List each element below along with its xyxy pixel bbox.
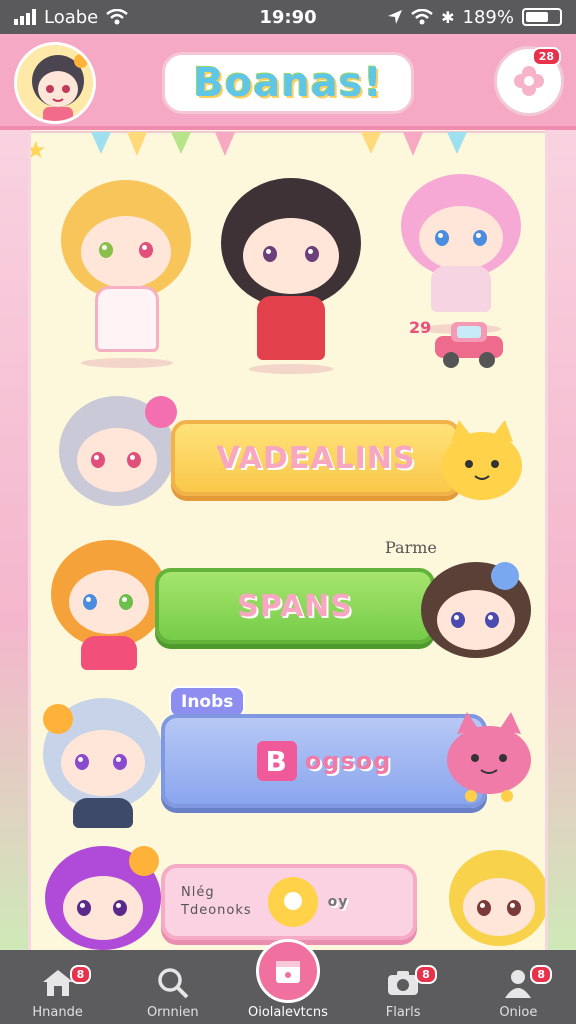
notification-badge: 28 [531, 47, 561, 66]
flower-icon [514, 66, 544, 96]
nav-home[interactable]: 8 Hnande [8, 963, 108, 1020]
card-line2: Tdeonoks [181, 903, 252, 918]
spans-button[interactable]: SPANS [155, 568, 435, 644]
main-panel: ★ ✦ ★ 29 [28, 130, 548, 950]
status-time: 19:90 [259, 6, 317, 28]
character-purple-hair[interactable] [45, 846, 161, 950]
nav-search[interactable]: Ornnien [123, 963, 223, 1020]
search-bubble-icon [267, 877, 318, 927]
card-line1: Nlég [181, 884, 215, 900]
nav-profile[interactable]: 8 Onioe [468, 963, 568, 1020]
battery-percent: 189% [462, 6, 514, 28]
yellow-cat-mascot [437, 420, 527, 504]
character-fox-girl[interactable] [51, 540, 167, 670]
bluetooth-icon: ✱ [441, 7, 455, 27]
pink-cat-mascot [441, 712, 537, 802]
toy-car-icon [429, 316, 509, 370]
profile-avatar[interactable] [14, 42, 96, 124]
score-badge: 29 [409, 318, 432, 337]
wifi-icon [106, 9, 129, 25]
carrier-label: Loabe [44, 6, 99, 28]
star-icon: ★ [31, 136, 47, 164]
character-blonde-bear-ears[interactable] [449, 850, 545, 950]
notifications-button[interactable]: 28 [494, 46, 564, 116]
left-side-decoration [0, 130, 30, 950]
character-cat-ears[interactable] [43, 698, 163, 828]
character-brown-hair[interactable] [421, 562, 531, 662]
nav-center[interactable]: Oiolalevtcns [238, 939, 338, 1020]
bunting-decoration [31, 131, 545, 156]
nav-camera[interactable]: 8 Flarls [353, 963, 453, 1020]
blue-menu-button[interactable]: B ogsog [161, 714, 487, 808]
right-side-decoration [546, 130, 576, 950]
bottom-nav: 8 Hnande Ornnien Oiolalevtcns 8 Flarls 8… [0, 939, 576, 1024]
search-icon [153, 963, 193, 1003]
app-header: Boanas! 28 [0, 34, 576, 130]
character-silver-hair[interactable] [59, 396, 177, 522]
character-blonde[interactable] [61, 180, 191, 370]
nav-home-badge: 8 [69, 965, 92, 984]
app-title: Boanas! [162, 52, 414, 114]
parme-label: Parme [385, 538, 437, 557]
character-dark-hair[interactable] [221, 178, 361, 378]
nav-profile-badge: 8 [530, 965, 552, 984]
wifi-icon [411, 9, 433, 25]
status-bar: Loabe 19:90 ✱ 189% [0, 0, 576, 34]
b-logo-icon: B [256, 741, 297, 781]
character-pink-hair[interactable] [401, 174, 521, 334]
battery-icon [522, 8, 562, 26]
nav-camera-badge: 8 [415, 965, 437, 984]
pink-menu-button[interactable]: Nlég Tdeonoks oy [161, 864, 417, 940]
vadealins-button[interactable]: VADEALINS [171, 420, 461, 496]
location-icon [388, 10, 403, 24]
calendar-icon [255, 939, 320, 1003]
signal-icon [14, 9, 36, 25]
